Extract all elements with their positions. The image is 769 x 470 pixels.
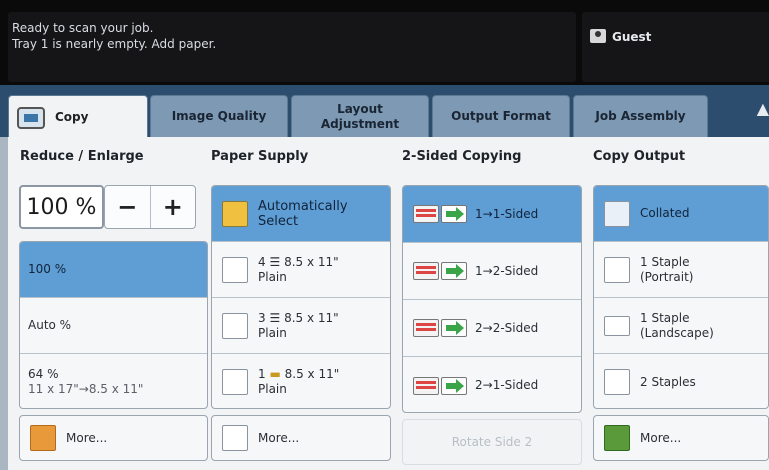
reduce-more-button[interactable]: More... [19, 415, 208, 461]
rotate-side-2-button[interactable]: Rotate Side 2 [402, 419, 582, 465]
paper-type: Plain [258, 325, 287, 340]
staple-landscape-icon [604, 315, 630, 336]
output-more-label: More... [640, 431, 682, 445]
paper-icon [222, 256, 248, 283]
paper-option-auto[interactable]: Automatically Select [212, 186, 390, 242]
reduce-option-100[interactable]: 100 % [20, 242, 207, 298]
copy-features: Reduce / Enlarge 100 % − + 100 % Auto % … [8, 137, 769, 470]
tray-number: 4 [258, 254, 266, 269]
paper-supply-title: Paper Supply [211, 149, 309, 164]
sided-option-1-2[interactable]: 1→2-Sided [403, 243, 581, 300]
status-message-area: Ready to scan your job. Tray 1 is nearly… [8, 12, 576, 82]
reduce-options-list: 100 % Auto % 64 % 11 x 17"→8.5 x 11" [19, 241, 208, 409]
one-to-one-sided-icon [413, 203, 467, 225]
sided-option-label: 2→1-Sided [475, 378, 539, 392]
paper-tray-icon [222, 200, 248, 227]
sided-option-1-1[interactable]: 1→1-Sided [403, 186, 581, 243]
status-line-2: Tray 1 is nearly empty. Add paper. [12, 37, 217, 51]
output-option-line2: (Landscape) [640, 325, 714, 340]
scroll-up-icon[interactable]: ▲ [757, 99, 769, 118]
sided-option-label: 1→1-Sided [475, 206, 539, 221]
paper-options-list: Automatically Select 4 ☰ 8.5 x 11" Plain… [211, 185, 391, 409]
zoom-minus-button[interactable]: − [105, 186, 151, 228]
tab-bar: Copy Image Quality Layout Adjustment Out… [0, 85, 769, 139]
sided-option-2-1[interactable]: 2→1-Sided [403, 357, 581, 412]
output-option-staple-landscape[interactable]: 1 Staple (Landscape) [594, 298, 768, 354]
paper-auto-line1: Automatically [258, 198, 348, 214]
paper-size: 8.5 x 11" [284, 310, 339, 325]
paper-more-label: More... [258, 431, 300, 445]
paper-low-icon: ▬ [269, 367, 281, 381]
one-to-two-sided-icon [413, 260, 467, 282]
copy-output-title: Copy Output [593, 149, 686, 164]
user-name: Guest [612, 30, 652, 44]
status-line-1: Ready to scan your job. [12, 21, 154, 35]
paper-type: Plain [258, 269, 287, 284]
paper-auto-line2: Select [258, 213, 299, 229]
paper-icon [222, 312, 248, 339]
paper-more-button[interactable]: More... [211, 415, 391, 461]
paper-type: Plain [258, 382, 287, 396]
paper-size: 8.5 x 11" [284, 254, 339, 269]
rotate-side-2-label: Rotate Side 2 [451, 435, 533, 449]
sided-option-label: 2→2-Sided [475, 320, 539, 335]
user-login-button[interactable]: Guest [582, 12, 769, 82]
zoom-value-display[interactable]: 100 % [19, 185, 104, 229]
output-more-icon [604, 425, 630, 451]
tab-output-format[interactable]: Output Format [432, 95, 570, 137]
sided-options-list: 1→1-Sided 1→2-Sided 2→2-Sided 2→1-Sided [402, 185, 582, 413]
sided-option-label: 1→2-Sided [475, 263, 539, 278]
paper-icon [222, 369, 248, 395]
output-options-list: Collated 1 Staple (Portrait) 1 Staple (L… [593, 185, 769, 409]
two-to-one-sided-icon [413, 375, 467, 397]
output-option-staple-portrait[interactable]: 1 Staple (Portrait) [594, 242, 768, 298]
output-option-2-staples[interactable]: 2 Staples [594, 354, 768, 408]
reduce-option-label: 100 % [28, 262, 67, 276]
output-option-line1: 1 Staple [640, 310, 690, 325]
paper-option-tray3[interactable]: 3 ☰ 8.5 x 11" Plain [212, 298, 390, 354]
tab-image-quality-label: Image Quality [171, 109, 267, 123]
two-sided-title: 2-Sided Copying [402, 149, 522, 164]
output-more-button[interactable]: More... [593, 415, 769, 461]
paper-option-tray4[interactable]: 4 ☰ 8.5 x 11" Plain [212, 242, 390, 298]
output-option-label: Collated [640, 206, 690, 220]
tab-job-assembly-label: Job Assembly [595, 109, 686, 123]
zoom-stepper: − + [104, 185, 196, 229]
paper-stack-icon: ☰ [269, 254, 281, 269]
sided-option-2-2[interactable]: 2→2-Sided [403, 300, 581, 357]
tab-job-assembly[interactable]: Job Assembly [573, 95, 708, 137]
output-option-line1: 1 Staple [640, 254, 690, 269]
output-option-line2: (Portrait) [640, 269, 694, 284]
reduce-option-label: 64 % [28, 367, 59, 381]
list-icon [222, 425, 248, 451]
tab-layout-adjustment[interactable]: Layout Adjustment [291, 95, 429, 137]
paper-stack-icon: ☰ [269, 310, 281, 325]
pencil-icon [30, 425, 56, 451]
tab-layout-adjustment-label: Layout Adjustment [320, 101, 400, 131]
zoom-plus-button[interactable]: + [151, 186, 196, 228]
reduce-option-label: Auto % [28, 318, 72, 332]
output-option-label: 2 Staples [640, 374, 696, 389]
reduce-enlarge-title: Reduce / Enlarge [20, 149, 144, 164]
staple-portrait-icon [604, 256, 630, 283]
tab-image-quality[interactable]: Image Quality [150, 95, 288, 137]
tab-copy-label: Copy [55, 110, 89, 124]
tab-output-format-label: Output Format [451, 109, 551, 123]
copy-icon [17, 106, 45, 129]
collated-icon [604, 200, 630, 227]
tray-number: 3 [258, 310, 266, 325]
tray-number: 1 [258, 367, 266, 381]
two-to-two-sided-icon [413, 317, 467, 339]
reduce-option-auto[interactable]: Auto % [20, 298, 207, 354]
paper-option-tray1[interactable]: 1 ▬ 8.5 x 11" Plain [212, 354, 390, 408]
user-icon [590, 29, 606, 43]
copy-panel: Copy Image Quality Layout Adjustment Out… [0, 85, 769, 470]
reduce-more-label: More... [66, 431, 108, 445]
output-option-collated[interactable]: Collated [594, 186, 768, 242]
two-staples-icon [604, 369, 630, 395]
tab-copy[interactable]: Copy [8, 95, 148, 139]
reduce-option-64[interactable]: 64 % 11 x 17"→8.5 x 11" [20, 354, 207, 408]
reduce-option-sublabel: 11 x 17"→8.5 x 11" [28, 382, 144, 396]
paper-size: 8.5 x 11" [284, 367, 340, 381]
